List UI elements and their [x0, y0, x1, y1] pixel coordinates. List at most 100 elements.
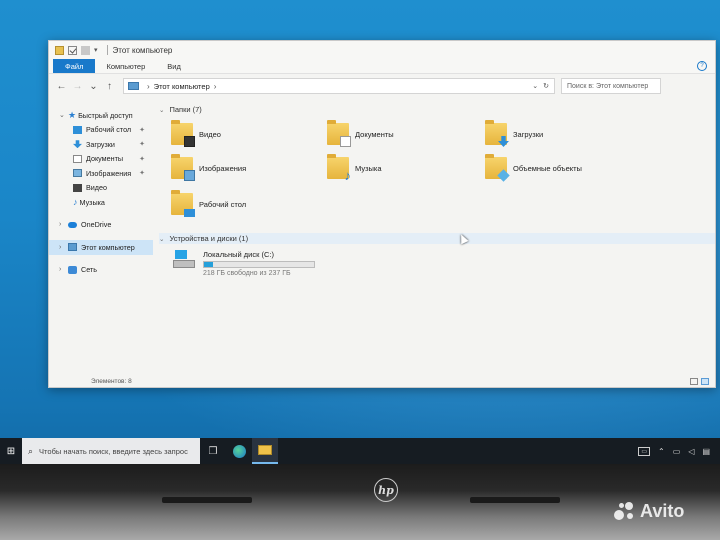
address-chevron-icon[interactable]: ›	[147, 82, 150, 91]
sidebar-item-label: Этот компьютер	[81, 242, 135, 252]
folder-tile-downloads[interactable]: Загрузки	[485, 120, 544, 147]
sidebar-item-music[interactable]: ♪ Музыка	[49, 195, 153, 210]
download-icon	[73, 140, 82, 149]
pin-icon: ✦	[139, 155, 145, 163]
pin-icon: ✦	[139, 170, 145, 178]
3d-objects-folder-icon	[485, 154, 510, 182]
collapse-chevron-icon[interactable]: ⌄	[159, 235, 164, 243]
address-dropdown-icon[interactable]: ⌄	[532, 82, 538, 90]
windows-drive-icon	[173, 250, 195, 270]
folder-tile-documents[interactable]: Документы	[327, 120, 394, 147]
sidebar-item-documents[interactable]: Документы ✦	[49, 152, 153, 167]
address-bar[interactable]: › Этот компьютер › ⌄ ↻	[123, 78, 555, 94]
taskbar: ⊞ ⌕ Чтобы начать поиск, введите здесь за…	[0, 438, 720, 464]
folder-tile-video[interactable]: Видео	[171, 120, 221, 147]
avito-watermark: Avito	[614, 500, 684, 522]
volume-icon[interactable]: ◁	[688, 447, 694, 456]
document-overlay-icon	[340, 136, 351, 147]
tiles-view-icon[interactable]	[701, 377, 709, 385]
cloud-icon	[68, 221, 77, 228]
folder-label: Загрузки	[513, 129, 544, 139]
refresh-icon[interactable]: ↻	[543, 82, 549, 90]
file-explorer-window: ▾ Этот компьютер Файл Компьютер Вид ? ← …	[48, 40, 716, 388]
folder-label: Видео	[199, 129, 221, 139]
drives-group-header[interactable]: ⌄ Устройства и диски (1)	[159, 233, 715, 244]
sidebar-item-pictures[interactable]: Изображения ✦	[49, 166, 153, 181]
sidebar-item-network[interactable]: › Сеть	[49, 263, 153, 278]
address-chevron-icon[interactable]: ›	[214, 82, 217, 91]
explorer-taskbar-button[interactable]	[252, 438, 278, 464]
edge-taskbar-button[interactable]	[226, 438, 252, 464]
sidebar-item-downloads[interactable]: Загрузки ✦	[49, 137, 153, 152]
sidebar-item-onedrive[interactable]: › OneDrive	[49, 218, 153, 233]
folder-tile-desktop[interactable]: Рабочий стол	[171, 190, 247, 217]
hard-disk-icon	[173, 260, 195, 268]
collapse-chevron-icon[interactable]: ⌄	[159, 106, 164, 114]
sidebar-item-desktop[interactable]: Рабочий стол ✦	[49, 123, 153, 138]
folder-tile-pictures[interactable]: Изображения	[171, 154, 246, 181]
drive-usage-bar	[203, 261, 315, 268]
sidebar-item-label: Музыка	[79, 197, 105, 207]
sidebar-item-quick-access[interactable]: ⌄ ★ Быстрый доступ	[49, 108, 153, 123]
avito-dots-icon	[614, 500, 636, 522]
notifications-icon[interactable]: ▤	[702, 447, 710, 456]
drive-tile-c[interactable]: Локальный диск (C:) 218 ГБ свободно из 2…	[159, 250, 715, 277]
expand-chevron-icon[interactable]: ›	[59, 244, 68, 251]
sidebar-item-label: Изображения	[86, 168, 132, 178]
laptop-bezel	[0, 464, 720, 540]
expand-chevron-icon[interactable]: ›	[59, 221, 68, 228]
expand-chevron-icon[interactable]: ⌄	[59, 111, 68, 119]
view-toggle	[690, 377, 709, 385]
back-arrow-icon[interactable]: ←	[55, 81, 68, 92]
music-folder-icon: ♪	[327, 154, 351, 182]
taskbar-search-placeholder: Чтобы начать поиск, введите здесь запрос	[39, 446, 188, 456]
sidebar-item-this-pc[interactable]: › Этот компьютер	[49, 240, 153, 255]
address-path[interactable]: Этот компьютер	[154, 82, 210, 91]
pin-icon: ✦	[139, 126, 145, 134]
network-tray-icon[interactable]: ▭	[673, 447, 681, 456]
help-icon[interactable]: ?	[697, 61, 707, 71]
up-arrow-icon[interactable]: ↑	[103, 81, 116, 92]
hp-logo: hp	[374, 478, 398, 502]
start-button[interactable]: ⊞	[0, 438, 22, 464]
folder-tile-3d-objects[interactable]: Объемные объекты	[485, 154, 582, 182]
folder-label: Документы	[355, 129, 394, 139]
recent-dropdown-icon[interactable]: ⌄	[87, 81, 100, 92]
keyboard-icon[interactable]: ▭	[638, 446, 651, 456]
folder-tile-music[interactable]: ♪ Музыка	[327, 154, 382, 182]
taskbar-search[interactable]: ⌕ Чтобы начать поиск, введите здесь запр…	[22, 438, 200, 464]
chevron-up-icon[interactable]: ⌃	[658, 447, 665, 456]
drive-info: Локальный диск (C:) 218 ГБ свободно из 2…	[203, 250, 315, 277]
image-overlay-icon	[184, 170, 195, 181]
pictures-icon	[73, 169, 82, 178]
folders-group-header[interactable]: ⌄ Папки (7)	[159, 104, 715, 115]
quick-access-folder-icon[interactable]	[55, 45, 64, 55]
network-icon	[68, 265, 77, 274]
folder-label: Рабочий стол	[199, 199, 247, 209]
group-title: Устройства и диски (1)	[169, 234, 249, 243]
title-separator	[106, 45, 108, 55]
tab-view[interactable]: Вид	[156, 59, 192, 73]
file-explorer-icon	[258, 445, 272, 455]
ribbon-spacer	[192, 59, 697, 73]
drive-free-space: 218 ГБ свободно из 237 ГБ	[203, 270, 291, 277]
tab-computer[interactable]: Компьютер	[95, 59, 156, 73]
music-icon: ♪	[73, 197, 78, 208]
details-view-icon[interactable]	[690, 377, 698, 385]
search-input[interactable]: Поиск в: Этот компьютер	[561, 78, 661, 94]
sidebar-item-video[interactable]: Видео	[49, 181, 153, 196]
properties-check-icon[interactable]	[68, 45, 77, 55]
customize-dropdown-icon[interactable]: ▾	[94, 46, 98, 54]
this-pc-icon	[68, 243, 77, 252]
forward-arrow-icon[interactable]: →	[71, 81, 84, 92]
edge-icon	[232, 444, 246, 458]
new-folder-icon[interactable]	[81, 45, 90, 55]
download-arrow-overlay-icon	[498, 136, 509, 147]
drive-usage-fill	[204, 262, 213, 267]
expand-chevron-icon[interactable]: ›	[59, 266, 68, 273]
sidebar-item-label: OneDrive	[81, 220, 112, 230]
tab-file[interactable]: Файл	[53, 59, 96, 73]
task-view-icon[interactable]: ❒	[200, 438, 226, 464]
